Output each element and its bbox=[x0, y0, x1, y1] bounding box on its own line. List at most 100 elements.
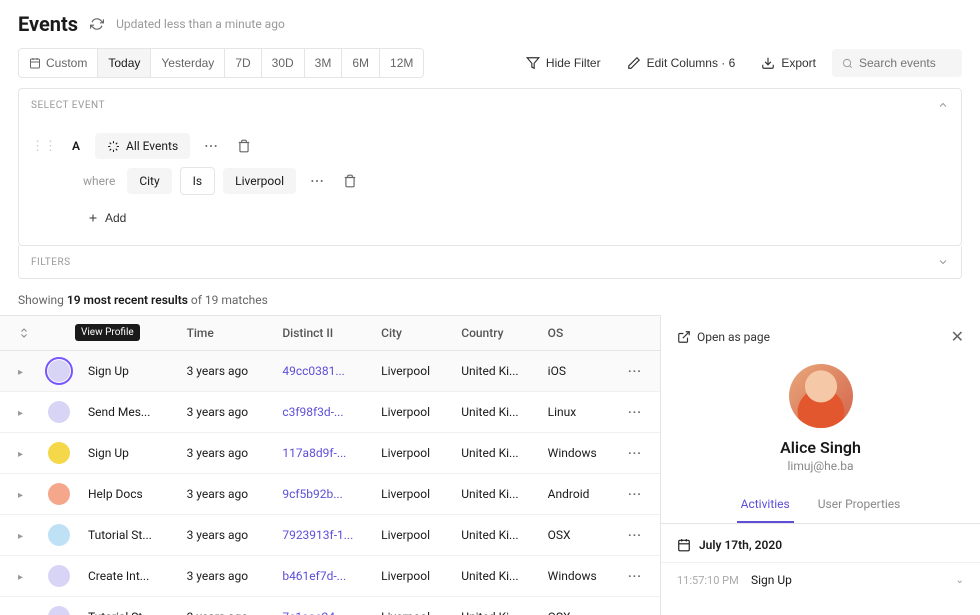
expand-row-icon[interactable]: ▸ bbox=[18, 449, 23, 460]
row-menu-icon[interactable]: ··· bbox=[628, 405, 642, 419]
table-row[interactable]: ▸Create Int...3 years agob461ef7d-...Liv… bbox=[0, 556, 660, 597]
row-avatar[interactable] bbox=[48, 606, 70, 615]
os-cell: Android bbox=[540, 474, 620, 515]
distinct-id-cell[interactable]: 117a8d9f-... bbox=[274, 433, 373, 474]
updated-text: Updated less than a minute ago bbox=[116, 17, 285, 31]
calendar-icon bbox=[677, 538, 691, 552]
row-menu-icon[interactable]: ··· bbox=[628, 569, 642, 583]
expand-row-icon[interactable]: ▸ bbox=[18, 572, 23, 583]
activity-name: Sign Up bbox=[751, 573, 944, 587]
date-range-custom[interactable]: Custom bbox=[19, 49, 98, 77]
results-summary: Showing 19 most recent results of 19 mat… bbox=[0, 279, 980, 315]
activity-row[interactable]: 11:57:10 PM Sign Up ⌄ bbox=[661, 562, 980, 597]
city-cell: Liverpool bbox=[373, 433, 453, 474]
add-button[interactable]: Add bbox=[83, 205, 130, 231]
city-cell: Liverpool bbox=[373, 474, 453, 515]
where-delete-icon[interactable] bbox=[338, 169, 362, 193]
time-cell: 3 years ago bbox=[179, 392, 275, 433]
view-profile-tooltip: View Profile bbox=[75, 324, 140, 341]
distinct-id-cell[interactable]: 49cc0381... bbox=[274, 351, 373, 392]
refresh-icon[interactable] bbox=[90, 17, 104, 31]
hide-filter-button[interactable]: Hide Filter bbox=[516, 49, 611, 77]
event-name-cell: Create Int... bbox=[80, 556, 179, 597]
edit-columns-button[interactable]: Edit Columns · 6 bbox=[617, 49, 746, 77]
event-name-cell: Tutorial St... bbox=[80, 597, 179, 615]
tab-activities[interactable]: Activities bbox=[737, 487, 794, 523]
chevron-down-icon bbox=[937, 256, 949, 268]
page-title: Events bbox=[18, 12, 78, 36]
os-cell: OSX bbox=[540, 515, 620, 556]
event-more-icon[interactable] bbox=[198, 133, 224, 159]
date-range-6m[interactable]: 6M bbox=[342, 49, 380, 77]
expand-row-icon[interactable]: ▸ bbox=[18, 408, 23, 419]
filters-panel[interactable]: FILTERS bbox=[18, 246, 962, 279]
event-name-cell: Help Docs bbox=[80, 474, 179, 515]
date-range-7d[interactable]: 7D bbox=[225, 49, 261, 77]
table-row[interactable]: ▸Help Docs3 years ago9cf5b92b...Liverpoo… bbox=[0, 474, 660, 515]
date-range-30d[interactable]: 30D bbox=[262, 49, 305, 77]
column-country: Country bbox=[453, 316, 539, 351]
table-row[interactable]: ▸Sign Up3 years ago49cc0381...LiverpoolU… bbox=[0, 351, 660, 392]
country-cell: United Ki... bbox=[453, 433, 539, 474]
export-button[interactable]: Export bbox=[751, 49, 826, 77]
row-menu-icon[interactable]: ··· bbox=[628, 610, 642, 615]
close-icon[interactable]: ✕ bbox=[951, 327, 964, 346]
row-avatar[interactable] bbox=[48, 524, 70, 546]
row-avatar[interactable] bbox=[48, 401, 70, 423]
date-range-3m[interactable]: 3M bbox=[305, 49, 343, 77]
chevron-up-icon bbox=[937, 99, 949, 111]
expand-row-icon[interactable]: ▸ bbox=[18, 367, 23, 378]
event-delete-icon[interactable] bbox=[232, 134, 256, 158]
date-range-12m[interactable]: 12M bbox=[380, 49, 423, 77]
search-input[interactable] bbox=[859, 56, 952, 70]
row-avatar[interactable] bbox=[48, 565, 70, 587]
date-range-yesterday[interactable]: Yesterday bbox=[151, 49, 225, 77]
where-more-icon[interactable] bbox=[304, 168, 330, 194]
distinct-id-cell[interactable]: b461ef7d-... bbox=[274, 556, 373, 597]
distinct-id-cell[interactable]: 7c1aae24-... bbox=[274, 597, 373, 615]
row-avatar[interactable] bbox=[48, 483, 70, 505]
event-name-cell: Sign Up bbox=[80, 351, 179, 392]
chevron-down-icon: ⌄ bbox=[956, 575, 964, 586]
distinct-id-cell[interactable]: 9cf5b92b... bbox=[274, 474, 373, 515]
select-event-header[interactable]: SELECT EVENT bbox=[19, 89, 961, 121]
event-name-cell: Send Mes... bbox=[80, 392, 179, 433]
row-menu-icon[interactable]: ··· bbox=[628, 528, 642, 542]
row-menu-icon[interactable]: ··· bbox=[628, 364, 642, 378]
search-box[interactable] bbox=[832, 49, 962, 77]
where-property[interactable]: City bbox=[127, 168, 171, 194]
time-cell: 3 years ago bbox=[179, 597, 275, 615]
row-avatar[interactable] bbox=[48, 442, 70, 464]
activity-time: 11:57:10 PM bbox=[677, 574, 739, 587]
external-icon bbox=[677, 330, 691, 344]
event-selector[interactable]: All Events bbox=[95, 133, 190, 159]
profile-avatar bbox=[789, 364, 853, 428]
drag-handle-icon[interactable]: ⋮⋮ bbox=[31, 139, 57, 154]
distinct-id-cell[interactable]: c3f98f3d-... bbox=[274, 392, 373, 433]
row-menu-icon[interactable]: ··· bbox=[628, 487, 642, 501]
expand-row-icon[interactable]: ▸ bbox=[18, 531, 23, 542]
table-row[interactable]: ▸Tutorial St...3 years ago7c1aae24-...Li… bbox=[0, 597, 660, 615]
country-cell: United Ki... bbox=[453, 392, 539, 433]
table-row[interactable]: ▸Send Mes...3 years agoc3f98f3d-...Liver… bbox=[0, 392, 660, 433]
open-as-page-button[interactable]: Open as page bbox=[677, 330, 770, 344]
row-menu-icon[interactable]: ··· bbox=[628, 446, 642, 460]
date-range-today[interactable]: Today bbox=[98, 49, 151, 77]
activity-date-header: July 17th, 2020 bbox=[661, 524, 980, 562]
expand-row-icon[interactable]: ▸ bbox=[18, 490, 23, 501]
country-cell: United Ki... bbox=[453, 597, 539, 615]
events-table: Event NarTimeDistinct IICityCountryOS ▸S… bbox=[0, 316, 660, 615]
table-row[interactable]: ▸Tutorial St...3 years ago7923913f-1...L… bbox=[0, 515, 660, 556]
country-cell: United Ki... bbox=[453, 351, 539, 392]
row-avatar[interactable] bbox=[48, 360, 70, 382]
search-icon bbox=[842, 57, 853, 70]
tab-user-properties[interactable]: User Properties bbox=[814, 487, 905, 523]
series-badge: A bbox=[65, 135, 87, 157]
where-operator[interactable]: Is bbox=[180, 167, 215, 195]
country-cell: United Ki... bbox=[453, 474, 539, 515]
where-value[interactable]: Liverpool bbox=[223, 168, 296, 194]
distinct-id-cell[interactable]: 7923913f-1... bbox=[274, 515, 373, 556]
event-name-cell: Tutorial St... bbox=[80, 515, 179, 556]
table-row[interactable]: ▸Sign Up3 years ago117a8d9f-...Liverpool… bbox=[0, 433, 660, 474]
sort-icon[interactable] bbox=[18, 326, 30, 340]
